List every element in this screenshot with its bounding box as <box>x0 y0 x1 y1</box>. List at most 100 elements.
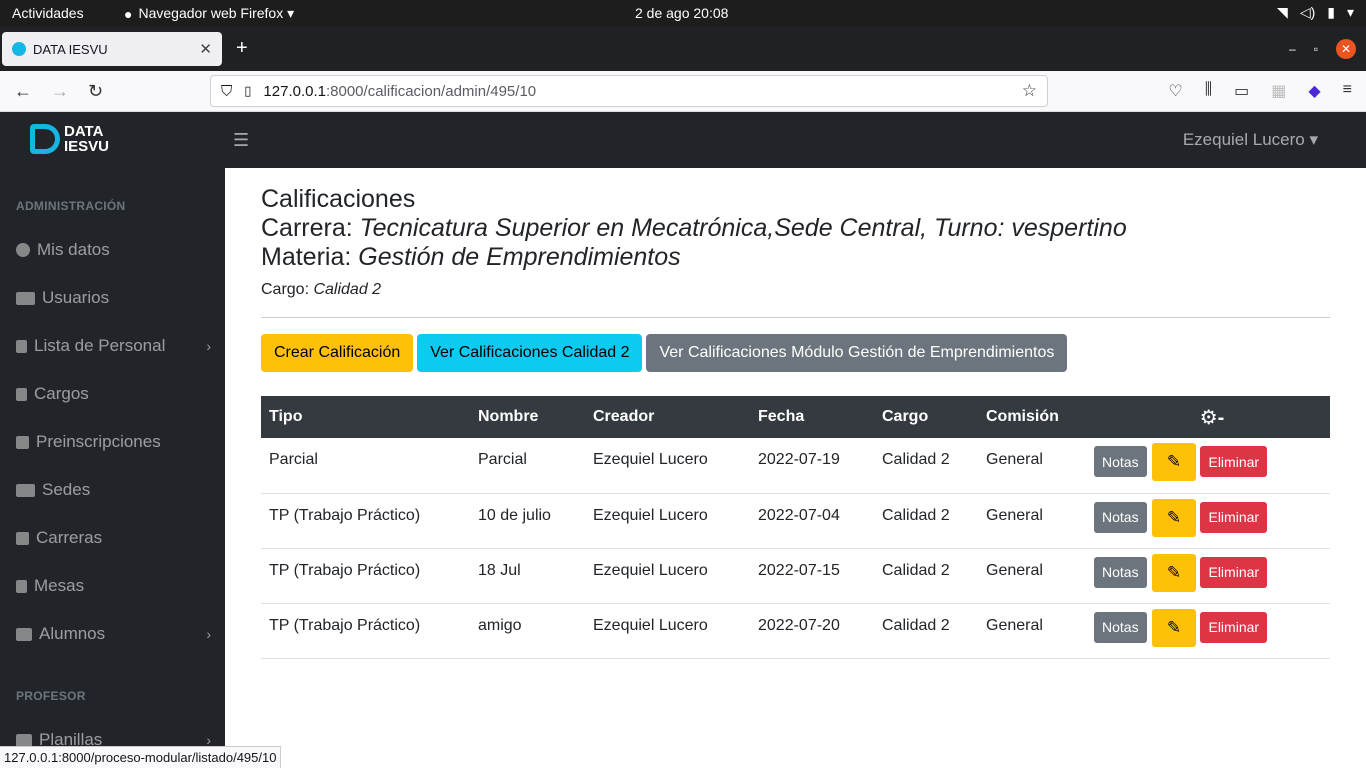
chevron-right-icon: › <box>206 338 211 354</box>
edit-icon[interactable]: ✎ <box>1152 443 1197 481</box>
divider <box>261 317 1330 318</box>
file-icon <box>16 387 27 401</box>
col-header-tipo: Tipo <box>261 396 470 438</box>
table-row: TP (Trabajo Práctico) amigo Ezequiel Luc… <box>261 603 1330 659</box>
app-menu[interactable]: ● Navegador web Firefox ▾ <box>124 5 294 22</box>
edit-icon[interactable]: ✎ <box>1152 608 1197 647</box>
cell-tipo: TP (Trabajo Práctico) <box>261 493 470 549</box>
sidebar-item-label: Carreras <box>36 528 103 547</box>
cell-tipo: TP (Trabajo Práctico) <box>261 603 470 659</box>
maximize-icon[interactable]: ▫ <box>1314 42 1318 56</box>
carrera-heading: Carrera: Tecnicatura Superior en Mecatró… <box>261 214 1330 243</box>
hamburger-menu-icon[interactable]: ≡ <box>1343 81 1352 101</box>
sidebar-item-carreras[interactable]: Carreras <box>16 526 211 550</box>
sidebar-toggle-icon[interactable]: ☰ <box>233 130 249 151</box>
close-window-icon[interactable]: ✕ <box>1336 39 1356 59</box>
view-cargo-grades-button[interactable]: Ver Calificaciones Calidad 2 <box>417 334 643 372</box>
sidebar-toggle-icon[interactable]: ▭ <box>1234 81 1249 101</box>
edit-icon[interactable]: ✎ <box>1152 498 1197 537</box>
table-header-row: Tipo Nombre Creador Fecha Cargo Comisión… <box>261 396 1330 438</box>
table-icon <box>16 627 32 641</box>
col-header-fecha: Fecha <box>750 396 874 438</box>
sidebar-item-preinscripciones[interactable]: Preinscripciones <box>16 430 211 454</box>
bookmark-star-icon[interactable]: ☆ <box>1022 81 1037 101</box>
view-module-grades-button[interactable]: Ver Calificaciones Módulo Gestión de Emp… <box>646 334 1068 372</box>
delete-button[interactable]: Eliminar <box>1200 556 1268 588</box>
clock[interactable]: 2 de ago 20:08 <box>635 5 728 21</box>
extension-2-icon[interactable]: ◆ <box>1308 81 1320 101</box>
create-grade-button[interactable]: Crear Calificación <box>261 334 414 372</box>
url-path: :8000/calificacion/admin/495/10 <box>325 82 537 100</box>
sidebar-item-cargos[interactable]: Cargos <box>16 382 211 406</box>
url-host: 127.0.0.1 <box>263 82 326 100</box>
sidebar-item-mis-datos[interactable]: Mis datos <box>16 238 211 262</box>
col-header-nombre: Nombre <box>470 396 585 438</box>
notas-button[interactable]: Notas <box>1094 556 1147 588</box>
forward-icon[interactable]: → <box>51 81 69 102</box>
library-icon[interactable]: ⫼ <box>1205 81 1212 101</box>
close-tab-icon[interactable]: ✕ <box>199 40 212 58</box>
activities-button[interactable]: Actividades <box>12 5 84 21</box>
firefox-icon: ● <box>124 5 133 22</box>
browser-toolbar: ♡ ⫼ ▭ ▦ ◆ ≡ <box>1168 81 1352 101</box>
sidebar-item-sedes[interactable]: Sedes <box>16 478 211 502</box>
sidebar-section-admin: ADMINISTRACIÓN <box>16 199 126 213</box>
os-top-bar: Actividades ● Navegador web Firefox ▾ 2 … <box>0 0 1366 27</box>
cell-comision: General <box>978 438 1086 494</box>
reload-icon[interactable]: ↻ <box>88 81 103 102</box>
extension-icon[interactable]: ▦ <box>1271 81 1286 101</box>
edit-icon[interactable]: ✎ <box>1152 553 1197 592</box>
logo-icon <box>30 124 60 154</box>
carrera-value: Tecnicatura Superior en Mecatrónica,Sede… <box>359 214 1127 242</box>
brand-logo[interactable]: DATA IESVU <box>30 124 109 154</box>
cell-cargo: Calidad 2 <box>874 493 978 549</box>
pocket-icon[interactable]: ♡ <box>1168 81 1182 101</box>
cell-cargo: Calidad 2 <box>874 548 978 604</box>
sidebar-item-label: Mesas <box>34 576 85 595</box>
sidebar-item-label: Alumnos <box>39 624 106 643</box>
page-title: Calificaciones <box>261 185 416 213</box>
user-circle-icon <box>16 243 30 257</box>
sidebar-item-usuarios[interactable]: Usuarios <box>16 286 211 310</box>
sidebar-item-alumnos[interactable]: Alumnos › <box>16 622 211 646</box>
sidebar-item-lista-personal[interactable]: Lista de Personal › <box>16 334 211 358</box>
browser-tab[interactable]: DATA IESVU ✕ <box>2 32 222 66</box>
notas-button[interactable]: Notas <box>1094 501 1147 533</box>
notas-button[interactable]: Notas <box>1094 611 1147 643</box>
cell-creador: Ezequiel Lucero <box>585 493 750 549</box>
materia-value: Gestión de Emprendimientos <box>358 243 681 271</box>
main-content: Calificaciones Carrera: Tecnicatura Supe… <box>261 168 1330 659</box>
file-icon <box>16 579 27 593</box>
table-row: TP (Trabajo Práctico) 10 de julio Ezequi… <box>261 493 1330 549</box>
delete-button[interactable]: Eliminar <box>1200 611 1268 643</box>
delete-button[interactable]: Eliminar <box>1200 501 1268 533</box>
cell-nombre: 18 Jul <box>470 548 585 604</box>
sidebar-item-mesas[interactable]: Mesas <box>16 574 211 598</box>
back-icon[interactable]: ← <box>14 81 32 102</box>
minimize-icon[interactable]: – <box>1289 42 1296 56</box>
system-tray[interactable]: ◥ ◁) ▮ ▾ <box>1277 4 1354 21</box>
volume-icon: ◁) <box>1299 4 1316 20</box>
sidebar-item-label: Usuarios <box>42 288 110 307</box>
cargo-line: Cargo: Calidad 2 <box>261 281 1330 299</box>
sidebar-item-label: Sedes <box>42 480 91 499</box>
link-status-bar: 127.0.0.1:8000/proceso-modular/listado/4… <box>0 746 282 768</box>
cell-nombre: 10 de julio <box>470 493 585 549</box>
user-menu[interactable]: Ezequiel Lucero ▾ <box>1183 130 1318 150</box>
building-icon <box>16 483 35 497</box>
notas-button[interactable]: Notas <box>1094 446 1147 477</box>
materia-label: Materia: <box>261 243 359 271</box>
shield-icon[interactable]: ⛉ <box>221 83 232 100</box>
cell-creador: Ezequiel Lucero <box>585 548 750 604</box>
chevron-down-icon: ▾ <box>1346 4 1354 20</box>
battery-icon: ▮ <box>1327 4 1335 20</box>
app-menu-label: Navegador web Firefox ▾ <box>138 5 295 21</box>
sidebar-item-label: Cargos <box>34 384 89 403</box>
new-tab-icon[interactable]: + <box>236 37 248 60</box>
grades-table: Tipo Nombre Creador Fecha Cargo Comisión… <box>261 396 1330 659</box>
delete-button[interactable]: Eliminar <box>1200 446 1268 477</box>
sidebar-item-label: Preinscripciones <box>36 432 161 451</box>
cell-fecha: 2022-07-19 <box>750 438 874 494</box>
favicon-icon <box>12 42 26 56</box>
url-bar[interactable]: ⛉ ▯ 127.0.0.1 :8000/calificacion/admin/4… <box>210 75 1048 107</box>
